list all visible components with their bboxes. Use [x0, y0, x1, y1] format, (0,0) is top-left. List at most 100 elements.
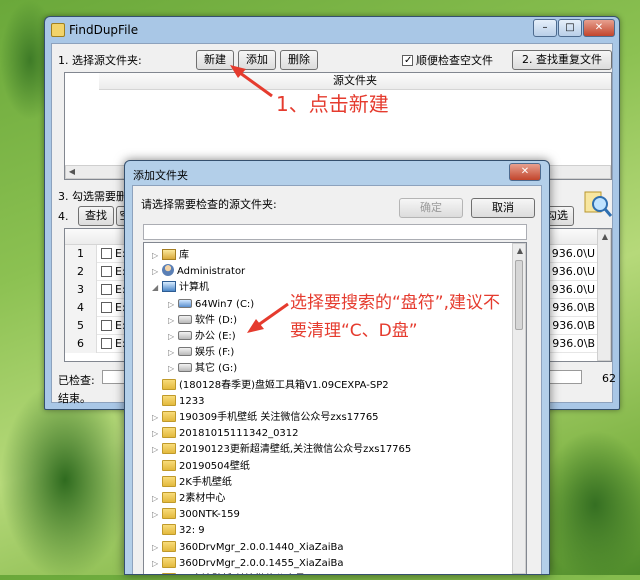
tree-node-label: 娱乐 (F:) — [195, 347, 235, 359]
expand-toggle-icon[interactable]: ▷ — [152, 409, 162, 426]
row-checkbox[interactable] — [101, 338, 112, 349]
row-path[interactable]: E: — [101, 335, 126, 353]
tree-node-label: 360DrvMgr_2.0.0.1440_XiaZaiBa — [179, 541, 344, 553]
app-icon — [51, 23, 65, 37]
row-path[interactable]: E: — [101, 281, 126, 299]
expand-toggle-icon[interactable]: ▷ — [152, 247, 162, 264]
expand-toggle-icon[interactable]: ▷ — [152, 263, 162, 280]
expand-toggle-icon[interactable]: ▷ — [168, 344, 178, 361]
expand-toggle-icon[interactable]: ▷ — [152, 571, 162, 574]
tree-node[interactable]: ▷ 20190123更新超清壁纸,关注微信公众号zxs17765 — [152, 441, 411, 458]
folder-icon — [162, 475, 176, 487]
tree-scroll-up-icon[interactable]: ▲ — [515, 246, 525, 255]
path-input[interactable] — [143, 224, 527, 240]
tree-node[interactable]: ▷ 娱乐 (F:) — [168, 344, 234, 361]
cancel-button[interactable]: 取消 — [471, 198, 535, 218]
tree-node-label: 190309手机壁纸 关注微信公众号zxs17765 — [179, 412, 379, 423]
row-checkbox[interactable] — [101, 302, 112, 313]
annotation-arrow-1 — [230, 65, 273, 98]
tree-node-label: 20190123更新超清壁纸,关注微信公众号zxs17765 — [179, 444, 412, 456]
tree-node[interactable]: ▷ Administrator — [152, 263, 245, 280]
tree-node-label: 计算机 — [179, 282, 209, 294]
tree-node[interactable]: ▷ 2素材中心 — [152, 490, 225, 507]
row-path[interactable]: E: — [101, 317, 126, 335]
tree-scroll-thumb[interactable] — [515, 260, 523, 330]
row-number: 4 — [65, 299, 97, 317]
row-number: 5 — [65, 317, 97, 335]
close-button[interactable]: ✕ — [583, 19, 615, 37]
expand-toggle-icon[interactable]: ◢ — [152, 279, 162, 296]
tree-node[interactable]: ▷ 其它 (G:) — [168, 360, 237, 377]
expand-toggle-icon[interactable]: ▷ — [152, 441, 162, 458]
tree-node[interactable]: ▷ 360DrvMgr_2.0.0.1455_XiaZaiBa — [152, 555, 343, 572]
row-tail: 936.0\B — [552, 319, 595, 332]
row-checkbox[interactable] — [101, 320, 112, 331]
tree-node[interactable]: ▷4K高清壁纸 关注微信公众号 zxs17765 — [152, 571, 356, 574]
row-tail: 936.0\B — [552, 301, 595, 314]
expand-toggle-icon[interactable]: ▷ — [152, 490, 162, 507]
tree-node[interactable]: ▷ 64Win7 (C:) — [168, 296, 254, 313]
tree-node-label: 360DrvMgr_2.0.0.1455_XiaZaiBa — [179, 557, 344, 569]
folder-icon — [162, 427, 176, 439]
minimize-button[interactable]: – — [533, 19, 557, 37]
expand-toggle-icon[interactable]: ▷ — [168, 328, 178, 345]
row-tail: 936.0\U — [551, 265, 595, 278]
results-vertical-scrollbar[interactable]: ▲ — [597, 229, 611, 361]
title-bar[interactable]: FindDupFile – □ ✕ — [45, 17, 619, 43]
dialog-client-area: 请选择需要检查的源文件夹: 确定 取消 ▷ 库 ▷ Administrator ◢ 计算机… — [132, 185, 542, 574]
row-tail: 936.0\U — [551, 283, 595, 296]
tree-node-label: 办公 (E:) — [195, 331, 236, 342]
tree-node[interactable]: ◢ 计算机 — [152, 279, 209, 296]
tree-node[interactable]: ▷ 360DrvMgr_2.0.0.1440_XiaZaiBa — [152, 539, 343, 556]
expand-toggle-icon[interactable]: ▷ — [152, 555, 162, 572]
tree-node-label: 1233 — [179, 395, 205, 407]
computer-icon — [162, 281, 176, 293]
find-duplicates-button[interactable]: 2. 查找重复文件 — [512, 50, 612, 70]
expand-toggle-icon[interactable]: ▷ — [168, 312, 178, 329]
tree-node-label: 软件 (D:) — [195, 314, 238, 326]
ok-button[interactable]: 确定 — [399, 198, 463, 218]
tree-node[interactable]: ▷ 300NTK-159 — [152, 506, 240, 523]
tree-node[interactable]: ▷ 190309手机壁纸 关注微信公众号zxs17765 — [152, 409, 379, 426]
expand-toggle-icon[interactable]: ▷ — [152, 425, 162, 442]
checked-label: 已检查: — [58, 374, 95, 387]
search-magnifier-icon[interactable] — [584, 190, 613, 218]
folder-icon — [162, 556, 176, 568]
expand-toggle-icon[interactable]: ▷ — [168, 296, 178, 313]
folder-icon — [162, 411, 176, 422]
checked-count: 62 — [602, 372, 616, 385]
find-button[interactable]: 查找 — [78, 206, 114, 226]
delete-button[interactable]: 删除 — [280, 50, 318, 70]
tree-node[interactable]: ▷ 20181015111342_0312 — [152, 425, 299, 442]
expand-toggle-icon[interactable]: ▷ — [168, 360, 178, 377]
dialog-close-button[interactable]: ✕ — [509, 163, 541, 181]
tree-node[interactable]: ▷ 办公 (E:) — [168, 328, 236, 345]
tree-node[interactable]: 20190504壁纸 — [152, 458, 250, 475]
tree-node[interactable]: ▷ 软件 (D:) — [168, 312, 237, 329]
row-checkbox[interactable] — [101, 266, 112, 277]
row-checkbox[interactable] — [101, 248, 112, 259]
expand-toggle-icon[interactable]: ▷ — [152, 506, 162, 523]
row-number: 6 — [65, 335, 97, 353]
maximize-button[interactable]: □ — [558, 19, 582, 37]
folder-icon — [162, 378, 176, 390]
tree-node[interactable]: 32: 9 — [152, 522, 205, 539]
background-foliage — [540, 430, 640, 580]
row-path[interactable]: E: — [101, 263, 126, 281]
tree-node[interactable]: 1233 — [152, 393, 204, 410]
row-path[interactable]: E: — [101, 299, 126, 317]
tree-vertical-scrollbar[interactable]: ▲ — [512, 243, 526, 574]
tree-node[interactable]: ▷ 库 — [152, 247, 189, 264]
check-empty-option[interactable]: 顺便检查空文件 — [402, 52, 493, 68]
check-empty-checkbox[interactable] — [402, 55, 413, 66]
tree-node[interactable]: 2K手机壁纸 — [152, 474, 232, 491]
folder-icon — [162, 443, 176, 455]
tree-node[interactable]: (180128春季更)盘姬工具箱V1.09CEXPA-SP2 — [152, 377, 389, 394]
row-checkbox[interactable] — [101, 284, 112, 295]
scroll-left-icon[interactable]: ◀ — [67, 167, 77, 176]
row-path[interactable]: E: — [101, 245, 126, 263]
user-icon — [162, 264, 174, 277]
expand-toggle-icon[interactable]: ▷ — [152, 539, 162, 556]
scroll-up-icon[interactable]: ▲ — [600, 232, 610, 241]
annotation-step1: 1、点击新建 — [276, 92, 389, 116]
